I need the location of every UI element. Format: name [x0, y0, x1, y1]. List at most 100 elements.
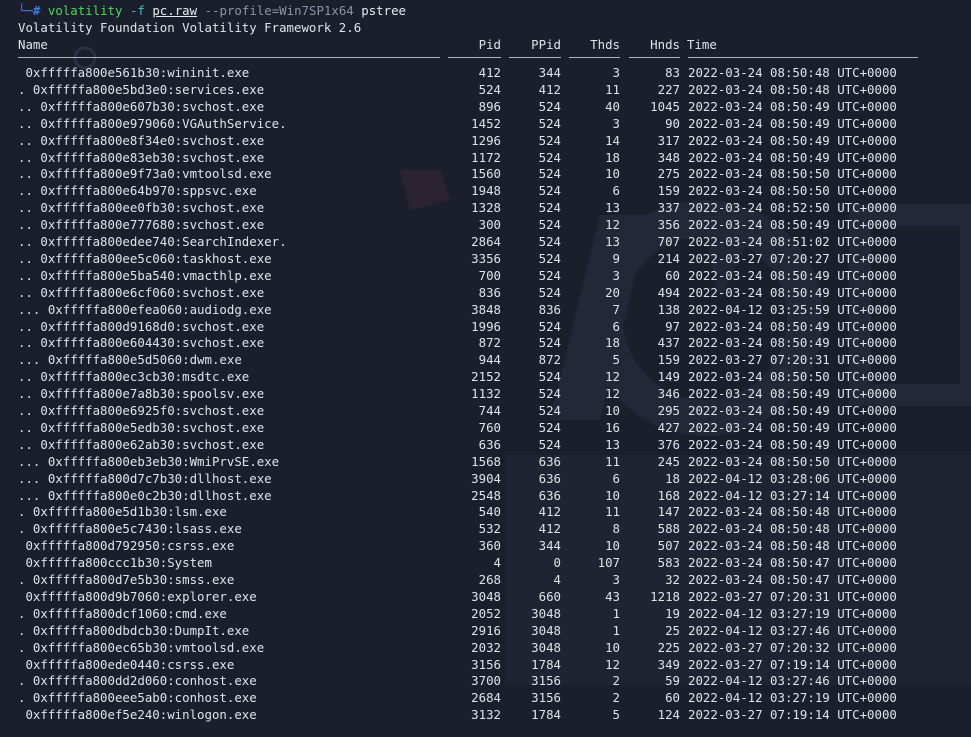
row-cell-name: . 0xfffffa800ec65b30:vmtoolsd.exe	[18, 639, 265, 655]
row-cell-thds: 9	[612, 250, 620, 266]
row-cell-thds: 2	[612, 690, 620, 706]
row-cell-ppid: 524	[538, 419, 561, 435]
row-cell-ppid: 3156	[531, 690, 561, 706]
row-cell-ppid: 524	[538, 115, 561, 131]
row-cell-time: 2022-03-24 08:50:50 UTC+0000	[688, 453, 897, 469]
row-cell-name: .. 0xfffffa800ec3cb30:msdtc.exe	[18, 369, 250, 385]
row-cell-pid: 2032	[471, 639, 501, 655]
row-cell-name: .. 0xfffffa800e6cf060:svchost.exe	[18, 284, 265, 300]
row-cell-pid: 2152	[471, 369, 501, 385]
row-cell-thds: 12	[605, 656, 620, 672]
row-cell-ppid: 344	[538, 538, 561, 554]
prompt-symbol: #	[32, 3, 41, 18]
row-cell-thds: 3	[612, 267, 620, 283]
row-cell-hnds: 124	[657, 707, 680, 723]
header-underline-thds	[569, 57, 620, 58]
row-cell-time: 2022-03-24 08:50:49 UTC+0000	[688, 436, 897, 452]
row-cell-ppid: 524	[538, 284, 561, 300]
row-cell-ppid: 636	[538, 470, 561, 486]
row-cell-thds: 107	[597, 555, 620, 571]
row-cell-ppid: 344	[538, 65, 561, 80]
row-cell-pid: 872	[478, 335, 501, 351]
terminal-window[interactable]: └─# volatility -f pc.raw --profile=Win7S…	[0, 0, 971, 737]
row-cell-ppid: 1784	[531, 656, 561, 672]
row-cell-ppid: 3048	[531, 622, 561, 638]
row-cell-pid: 540	[478, 504, 501, 520]
row-cell-hnds: 437	[657, 335, 680, 351]
row-cell-pid: 1948	[471, 183, 501, 199]
command-name: volatility	[47, 3, 123, 18]
row-cell-name: .. 0xfffffa800ee0fb30:svchost.exe	[18, 200, 265, 216]
row-cell-time: 2022-03-24 08:50:49 UTC+0000	[688, 217, 897, 233]
row-cell-name: .. 0xfffffa800e62ab30:svchost.exe	[18, 436, 265, 452]
row-cell-time: 2022-03-24 08:50:49 UTC+0000	[688, 335, 897, 351]
row-cell-pid: 2916	[471, 622, 501, 638]
column-header-time: Time	[687, 37, 717, 52]
row-cell-time: 2022-03-24 08:50:48 UTC+0000	[688, 65, 897, 80]
row-cell-name: . 0xfffffa800eee5ab0:conhost.exe	[18, 690, 257, 706]
row-cell-time: 2022-03-27 07:19:14 UTC+0000	[688, 707, 897, 723]
column-header-thds: Thds	[590, 37, 620, 52]
row-cell-time: 2022-04-12 03:27:14 UTC+0000	[688, 487, 897, 503]
row-cell-time: 2022-03-24 08:52:50 UTC+0000	[688, 200, 897, 216]
row-cell-time: 2022-03-24 08:50:49 UTC+0000	[688, 318, 897, 334]
row-cell-time: 2022-04-12 03:27:46 UTC+0000	[688, 673, 897, 689]
row-cell-ppid: 524	[538, 132, 561, 148]
column-header-name: Name	[18, 37, 48, 52]
row-cell-time: 2022-03-24 08:50:49 UTC+0000	[688, 98, 897, 114]
row-cell-hnds: 25	[665, 622, 680, 638]
row-cell-hnds: 227	[657, 81, 680, 97]
row-cell-thds: 12	[605, 369, 620, 385]
row-cell-pid: 1296	[471, 132, 501, 148]
row-cell-ppid: 524	[538, 217, 561, 233]
row-cell-ppid: 524	[538, 335, 561, 351]
row-cell-time: 2022-03-24 08:50:49 UTC+0000	[688, 115, 897, 131]
row-cell-ppid: 3048	[531, 639, 561, 655]
row-cell-name: 0xfffffa800ccc1b30:System	[18, 555, 212, 571]
row-cell-ppid: 524	[538, 98, 561, 114]
row-cell-hnds: 214	[657, 250, 680, 266]
row-cell-ppid: 3048	[531, 605, 561, 621]
row-cell-ppid: 872	[538, 352, 561, 368]
row-cell-time: 2022-03-24 08:50:50 UTC+0000	[688, 369, 897, 385]
row-cell-time: 2022-04-12 03:25:59 UTC+0000	[688, 301, 897, 317]
row-cell-thds: 8	[612, 521, 620, 537]
row-cell-ppid: 836	[538, 301, 561, 317]
command-flag-file: -f	[129, 3, 145, 18]
row-cell-hnds: 348	[657, 149, 680, 165]
row-cell-thds: 16	[605, 419, 620, 435]
row-cell-time: 2022-03-24 08:50:47 UTC+0000	[688, 555, 897, 571]
row-cell-time: 2022-04-12 03:27:19 UTC+0000	[688, 605, 897, 621]
row-cell-thds: 13	[605, 436, 620, 452]
row-cell-hnds: 346	[657, 386, 680, 402]
row-cell-ppid: 524	[538, 386, 561, 402]
row-cell-pid: 532	[478, 521, 501, 537]
row-cell-pid: 700	[478, 267, 501, 283]
row-cell-name: .. 0xfffffa800e9f73a0:vmtoolsd.exe	[18, 166, 272, 182]
row-cell-thds: 18	[605, 335, 620, 351]
row-cell-time: 2022-03-24 08:50:49 UTC+0000	[688, 267, 897, 283]
row-cell-hnds: 149	[657, 369, 680, 385]
row-cell-name: 0xfffffa800ede0440:csrss.exe	[18, 656, 235, 672]
row-cell-hnds: 225	[657, 639, 680, 655]
row-cell-pid: 896	[478, 98, 501, 114]
row-cell-time: 2022-04-12 03:28:06 UTC+0000	[688, 470, 897, 486]
header-underline-pid	[448, 57, 501, 58]
row-cell-time: 2022-03-27 07:20:31 UTC+0000	[688, 588, 897, 604]
row-cell-ppid: 524	[538, 234, 561, 249]
row-cell-ppid: 524	[538, 250, 561, 266]
row-cell-ppid: 636	[538, 487, 561, 503]
row-cell-pid: 2684	[471, 690, 501, 706]
row-cell-time: 2022-03-24 08:50:48 UTC+0000	[688, 504, 897, 520]
row-cell-pid: 3904	[471, 470, 501, 486]
row-cell-hnds: 337	[657, 200, 680, 216]
row-cell-pid: 836	[478, 284, 501, 300]
row-cell-time: 2022-04-12 03:27:46 UTC+0000	[688, 622, 897, 638]
row-cell-pid: 268	[478, 572, 501, 587]
row-cell-hnds: 427	[657, 419, 680, 435]
row-cell-thds: 12	[605, 217, 620, 233]
row-cell-ppid: 1784	[531, 707, 561, 723]
row-cell-hnds: 356	[657, 217, 680, 233]
row-cell-ppid: 412	[538, 521, 561, 537]
row-cell-pid: 636	[478, 436, 501, 452]
